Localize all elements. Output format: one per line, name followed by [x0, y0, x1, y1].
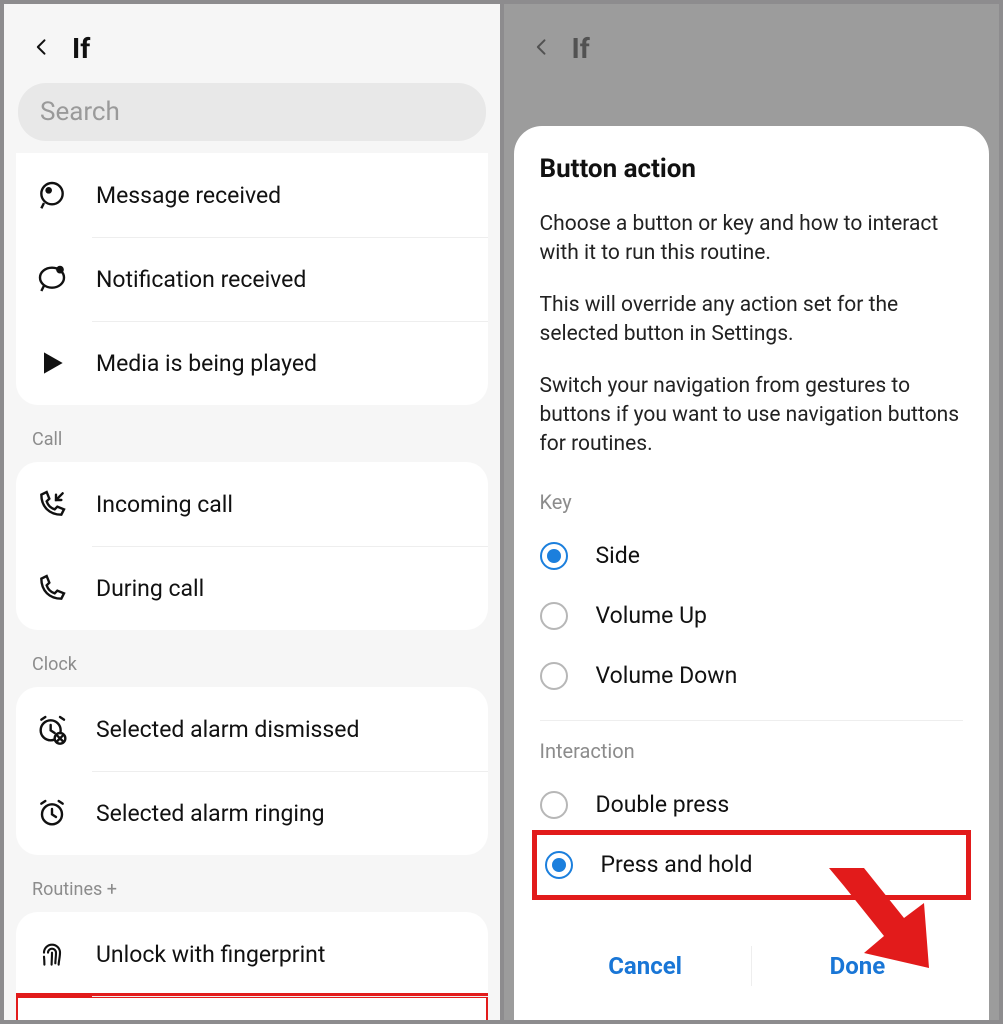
- interaction-subheading: Interaction: [540, 739, 964, 763]
- done-button[interactable]: Done: [752, 940, 963, 992]
- search-input[interactable]: Search: [18, 83, 486, 141]
- incoming-call-icon: [32, 484, 72, 524]
- radio-label: Double press: [596, 791, 730, 818]
- list-item-label: Message received: [96, 182, 281, 209]
- list-item[interactable]: Notification received: [16, 237, 488, 321]
- radio-label: Side: [596, 542, 640, 569]
- sheet-paragraph: Switch your navigation from gestures to …: [540, 372, 964, 460]
- list-item[interactable]: Media is being played: [16, 321, 488, 405]
- play-icon: [32, 343, 72, 383]
- radio-interaction-double-press[interactable]: Double press: [540, 775, 964, 835]
- sheet-button-bar: Cancel Done: [540, 928, 964, 1010]
- header-dimmed: If: [504, 4, 1000, 83]
- back-icon[interactable]: [32, 33, 52, 65]
- radio-interaction-press-hold[interactable]: Press and hold: [545, 845, 959, 885]
- list-item[interactable]: Selected alarm dismissed: [16, 687, 488, 771]
- list-item-button-action[interactable]: Button action: [16, 996, 488, 1020]
- radio-label: Volume Down: [596, 662, 738, 689]
- header: If: [4, 4, 500, 83]
- fingerprint-icon: [32, 934, 72, 974]
- screen-right: If Button action Choose a button or key …: [504, 4, 1000, 1020]
- list-item[interactable]: Unlock with fingerprint: [16, 912, 488, 996]
- section-header-call: Call: [4, 419, 500, 458]
- divider: [540, 720, 964, 721]
- list-item-label: Notification received: [96, 266, 306, 293]
- sheet-paragraph: This will override any action set for th…: [540, 291, 964, 350]
- sheet-title: Button action: [540, 154, 964, 184]
- radio-icon: [540, 662, 568, 690]
- sheet-paragraph: Choose a button or key and how to intera…: [540, 210, 964, 269]
- screen-left: If Search Message received Notification …: [4, 4, 500, 1020]
- radio-key-volume-up[interactable]: Volume Up: [540, 586, 964, 646]
- list-item[interactable]: During call: [16, 546, 488, 630]
- back-icon[interactable]: [532, 33, 552, 65]
- list-card: Unlock with fingerprint Button action: [16, 912, 488, 1020]
- page-title: If: [72, 32, 90, 65]
- radio-label: Press and hold: [601, 851, 753, 878]
- alarm-ringing-icon: [32, 793, 72, 833]
- button-action-icon: [32, 1018, 72, 1020]
- bottom-sheet: Button action Choose a button or key and…: [514, 126, 990, 1020]
- list-item-label: Selected alarm dismissed: [96, 716, 359, 743]
- radio-icon: [540, 602, 568, 630]
- list-item[interactable]: Incoming call: [16, 462, 488, 546]
- radio-icon: [540, 542, 568, 570]
- list-item-label: Incoming call: [96, 491, 233, 518]
- alarm-dismissed-icon: [32, 709, 72, 749]
- notification-icon: [32, 259, 72, 299]
- section-header-routines: Routines +: [4, 869, 500, 908]
- message-icon: [32, 175, 72, 215]
- list-item-label: Selected alarm ringing: [96, 800, 325, 827]
- radio-label: Volume Up: [596, 602, 707, 629]
- list-item-label: Media is being played: [96, 350, 317, 377]
- list-item-label: During call: [96, 575, 204, 602]
- list-card: Selected alarm dismissed Selected alarm …: [16, 687, 488, 855]
- cancel-button[interactable]: Cancel: [540, 940, 751, 992]
- list-item[interactable]: Selected alarm ringing: [16, 771, 488, 855]
- phone-icon: [32, 568, 72, 608]
- radio-key-volume-down[interactable]: Volume Down: [540, 646, 964, 706]
- page-title: If: [572, 32, 590, 65]
- list-item[interactable]: Message received: [16, 153, 488, 237]
- radio-key-side[interactable]: Side: [540, 526, 964, 586]
- radio-icon: [545, 851, 573, 879]
- section-header-clock: Clock: [4, 644, 500, 683]
- radio-interaction-press-hold-highlight: Press and hold: [532, 830, 972, 900]
- list-item-label: Unlock with fingerprint: [96, 941, 325, 968]
- list-card: Message received Notification received M…: [16, 153, 488, 405]
- radio-icon: [540, 791, 568, 819]
- key-subheading: Key: [540, 490, 964, 514]
- search-wrap: Search: [4, 83, 500, 153]
- list-card: Incoming call During call: [16, 462, 488, 630]
